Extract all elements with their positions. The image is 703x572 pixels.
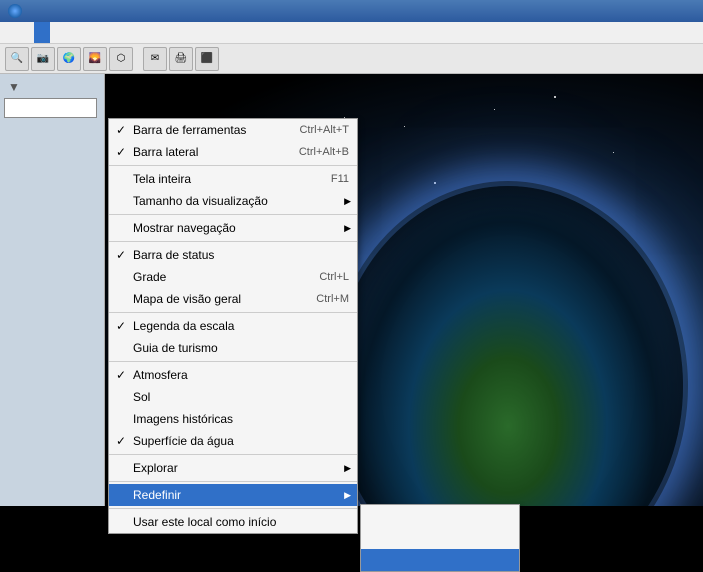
menu-imagens-historicas[interactable]: Imagens históricas [109,408,357,430]
menu-tamanho-visualizacao[interactable]: Tamanho da visualização [109,190,357,212]
main-area: ▼ Barra de ferramentas Ctrl+Alt+T [0,74,703,506]
separator-7 [109,481,357,482]
toolbar-btn-4[interactable]: 🌄 [83,47,107,71]
title-bar [0,0,703,22]
search-placeholder-text [4,120,100,124]
toolbar-btn-1[interactable]: 🔍 [5,47,29,71]
toolbar-btn-6[interactable]: ✉ [143,47,167,71]
toolbar: 🔍 📷 🌍 🌄 ⬡ ✉ 🖨 ⬛ [0,44,703,74]
menu-arquivo[interactable] [2,22,18,43]
separator-3 [109,241,357,242]
menu-barra-ferramentas[interactable]: Barra de ferramentas Ctrl+Alt+T [109,119,357,141]
toolbar-btn-7[interactable]: 🖨 [169,47,193,71]
menu-guia-turismo[interactable]: Guia de turismo [109,337,357,359]
toolbar-btn-5[interactable]: ⬡ [109,47,133,71]
separator-8 [109,508,357,509]
menu-usar-local-inicio[interactable]: Usar este local como início [109,511,357,533]
menu-bar [0,22,703,44]
submenu-inclinar[interactable] [361,505,519,527]
search-collapse-arrow[interactable]: ▼ [8,80,20,94]
sidebar: ▼ [0,74,105,506]
redefinir-submenu [360,504,520,572]
separator-4 [109,312,357,313]
menu-legenda-escala[interactable]: Legenda da escala [109,315,357,337]
menu-tela-inteira[interactable]: Tela inteira F11 [109,168,357,190]
menu-editar[interactable] [18,22,34,43]
menu-barra-lateral[interactable]: Barra lateral Ctrl+Alt+B [109,141,357,163]
menu-visualizar[interactable] [34,22,50,43]
menu-barra-status[interactable]: Barra de status [109,244,357,266]
menu-mapa-visao-geral[interactable]: Mapa de visão geral Ctrl+M [109,288,357,310]
menu-sol[interactable]: Sol [109,386,357,408]
search-header: ▼ [4,78,100,96]
separator-5 [109,361,357,362]
menu-ferramentas[interactable] [50,22,66,43]
menu-atmosfera[interactable]: Atmosfera [109,364,357,386]
app-icon [8,4,22,18]
submenu-inclinacao-bussola[interactable] [361,549,519,571]
submenu-bussola[interactable] [361,527,519,549]
search-panel: ▼ [0,74,104,128]
menu-grade[interactable]: Grade Ctrl+L [109,266,357,288]
search-input[interactable] [4,98,97,118]
visualizar-dropdown: Barra de ferramentas Ctrl+Alt+T Barra la… [108,118,358,534]
menu-ajuda[interactable] [82,22,98,43]
separator-6 [109,454,357,455]
menu-adicionar[interactable] [66,22,82,43]
separator-1 [109,165,357,166]
toolbar-btn-8[interactable]: ⬛ [195,47,219,71]
separator-2 [109,214,357,215]
menu-redefinir[interactable]: Redefinir [109,484,357,506]
menu-explorar[interactable]: Explorar [109,457,357,479]
menu-mostrar-navegacao[interactable]: Mostrar navegação [109,217,357,239]
toolbar-btn-3[interactable]: 🌍 [57,47,81,71]
menu-superficie-agua[interactable]: Superfície da água [109,430,357,452]
toolbar-btn-2[interactable]: 📷 [31,47,55,71]
